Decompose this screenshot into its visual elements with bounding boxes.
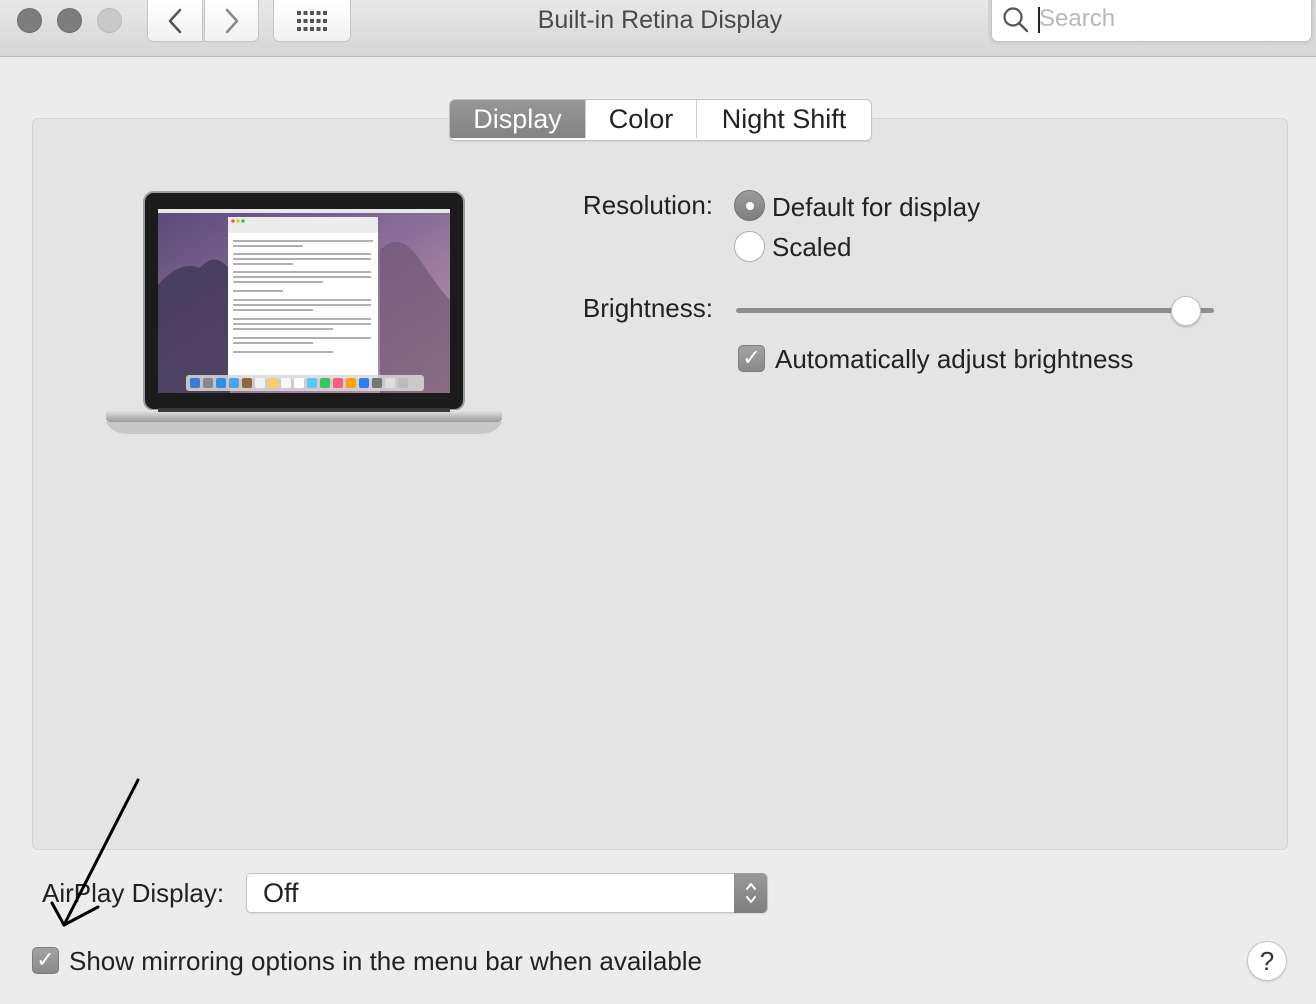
laptop-illustration <box>106 191 502 434</box>
text-cursor <box>1038 7 1040 33</box>
tab-display[interactable]: Display <box>450 100 586 138</box>
title-bar: Built-in Retina Display <box>0 0 1316 57</box>
brightness-slider-knob[interactable] <box>1170 296 1201 326</box>
tab-color[interactable]: Color <box>586 100 697 138</box>
resolution-label: Resolution: <box>582 190 713 220</box>
minimize-button[interactable] <box>57 8 82 33</box>
grid-icon <box>297 10 327 31</box>
search-field[interactable] <box>991 0 1312 42</box>
scaled-label[interactable]: Scaled <box>772 232 852 263</box>
show-all-button[interactable] <box>273 0 351 42</box>
show-mirroring-label[interactable]: Show mirroring options in the menu bar w… <box>69 946 702 977</box>
radio-default-for-display[interactable] <box>734 190 765 221</box>
default-for-display-label[interactable]: Default for display <box>772 192 980 223</box>
popup-stepper-icon <box>734 873 767 913</box>
auto-brightness-checkbox[interactable]: ✓ <box>738 345 765 372</box>
chevron-up-down-icon <box>745 883 756 903</box>
back-button[interactable] <box>147 0 203 42</box>
zoom-button[interactable] <box>97 8 122 33</box>
show-mirroring-checkbox[interactable]: ✓ <box>32 947 59 974</box>
radio-scaled[interactable] <box>734 231 765 262</box>
tab-bar: Display Color Night Shift <box>449 99 872 141</box>
forward-button[interactable] <box>204 0 259 42</box>
airplay-display-value: Off <box>263 878 299 908</box>
auto-brightness-label[interactable]: Automatically adjust brightness <box>775 344 1133 375</box>
airplay-display-label: AirPlay Display: <box>42 878 225 908</box>
search-icon <box>1003 7 1029 33</box>
search-input[interactable] <box>1039 3 1299 35</box>
help-button[interactable]: ? <box>1247 941 1287 981</box>
brightness-slider[interactable] <box>736 308 1214 313</box>
window-title: Built-in Retina Display <box>537 6 783 34</box>
chevron-left-icon <box>168 8 182 33</box>
close-button[interactable] <box>17 8 42 33</box>
airplay-display-select[interactable]: Off <box>246 873 768 913</box>
tab-night-shift[interactable]: Night Shift <box>697 100 871 138</box>
brightness-label: Brightness: <box>582 293 713 323</box>
chevron-right-icon <box>225 8 238 33</box>
